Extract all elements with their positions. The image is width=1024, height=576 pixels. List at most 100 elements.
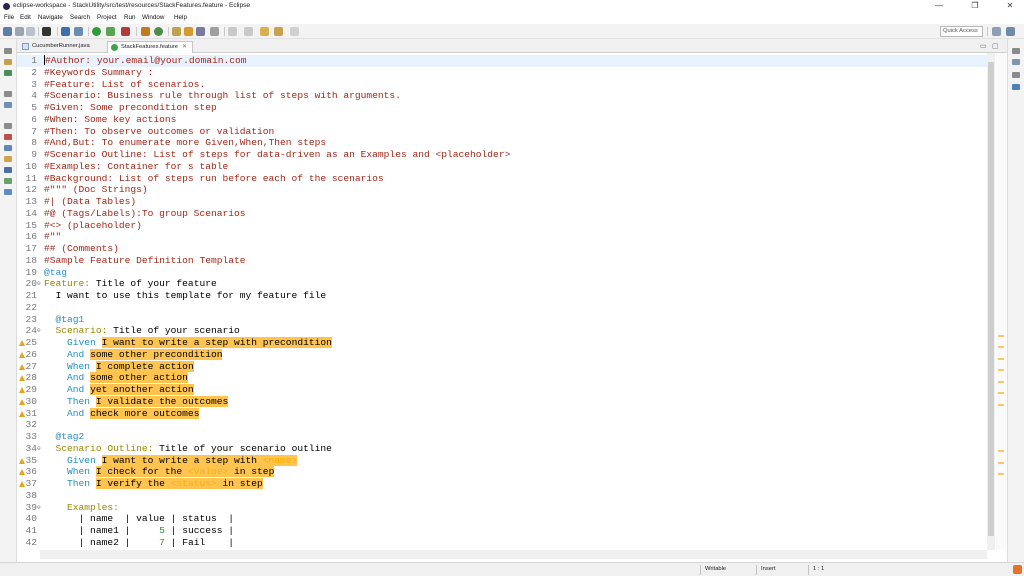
code-line[interactable]: 15 #<> (placeholder) bbox=[17, 220, 987, 232]
overview-ruler[interactable] bbox=[996, 53, 1006, 550]
debug-config-icon[interactable] bbox=[42, 27, 51, 36]
code-line[interactable]: 33 @tag2 bbox=[17, 431, 987, 443]
ruler-warning-mark[interactable] bbox=[998, 369, 1004, 372]
code-line[interactable]: 14 #@ (Tags/Labels):To group Scenarios bbox=[17, 208, 987, 220]
java-perspective-icon[interactable] bbox=[1006, 27, 1015, 36]
progress-icon[interactable] bbox=[4, 178, 12, 184]
code-line[interactable]: 20 ⊖ Feature: Title of your feature bbox=[17, 278, 987, 290]
ruler-warning-mark[interactable] bbox=[998, 346, 1004, 349]
code-line[interactable]: 3 #Feature: List of scenarios. bbox=[17, 79, 987, 91]
code-line[interactable]: 39 ⊖ Examples: bbox=[17, 502, 987, 514]
fold-toggle-icon[interactable]: ⊖ bbox=[37, 502, 41, 514]
code-line[interactable]: 9 #Scenario Outline: List of steps for da… bbox=[17, 149, 987, 161]
task-list-icon[interactable] bbox=[1012, 59, 1020, 65]
menu-run[interactable]: Run bbox=[124, 14, 136, 21]
run-icon[interactable] bbox=[92, 27, 101, 36]
previous-annotation-icon[interactable] bbox=[244, 27, 253, 36]
code-line[interactable]: 16 #"" bbox=[17, 231, 987, 243]
code-line[interactable]: 1 #Author: your.email@your.domain.com bbox=[17, 55, 987, 67]
junit-icon[interactable] bbox=[4, 189, 12, 195]
restore-button[interactable]: ❐ bbox=[963, 0, 987, 13]
code-line[interactable]: 36 When I check for the <value> in step bbox=[17, 466, 987, 478]
menu-project[interactable]: Project bbox=[97, 14, 117, 21]
code-line[interactable]: 40 | name | value | status | bbox=[17, 513, 987, 525]
ruler-warning-mark[interactable] bbox=[998, 403, 1004, 406]
ruler-warning-mark[interactable] bbox=[998, 392, 1004, 395]
restore-right-view-icon[interactable] bbox=[1012, 48, 1020, 54]
quick-access-field[interactable]: Quick Access bbox=[940, 26, 983, 37]
javadoc-icon[interactable] bbox=[4, 145, 12, 151]
code-line[interactable]: 42 | name2 | 7 | Fail | bbox=[17, 537, 987, 549]
code-line[interactable]: 11 #Background: List of steps run before … bbox=[17, 173, 987, 185]
menu-search[interactable]: Search bbox=[70, 14, 90, 21]
open-task-icon[interactable] bbox=[184, 27, 193, 36]
menu-file[interactable]: File bbox=[4, 14, 14, 21]
new-java-package-icon[interactable] bbox=[141, 27, 150, 36]
declaration-icon[interactable] bbox=[4, 156, 12, 162]
outline-view-icon[interactable] bbox=[1012, 84, 1020, 90]
vertical-scrollbar[interactable] bbox=[987, 53, 995, 550]
code-line[interactable]: 41 | name1 | 5 | success | bbox=[17, 525, 987, 537]
save-all-icon[interactable] bbox=[26, 27, 35, 36]
next-annotation-icon[interactable] bbox=[228, 27, 237, 36]
menu-window[interactable]: Window bbox=[142, 14, 164, 21]
code-line[interactable]: 21 I want to use this template for my fe… bbox=[17, 290, 987, 302]
debug-icon[interactable] bbox=[106, 27, 115, 36]
code-editor[interactable]: 1 #Author: your.email@your.domain.com 2 #Ke… bbox=[17, 53, 987, 550]
restore-right-view-2-icon[interactable] bbox=[1012, 72, 1020, 78]
restore-view-icon[interactable] bbox=[4, 48, 12, 54]
code-line[interactable]: 10 #Examples: Container for s table bbox=[17, 161, 987, 173]
coverage-icon[interactable] bbox=[121, 27, 130, 36]
ruler-warning-mark[interactable] bbox=[998, 334, 1004, 337]
ruler-warning-mark[interactable] bbox=[998, 461, 1004, 464]
fold-toggle-icon[interactable]: ⊖ bbox=[37, 325, 41, 337]
new-icon[interactable] bbox=[3, 27, 12, 36]
code-line[interactable]: 18 #Sample Feature Definition Template bbox=[17, 255, 987, 267]
menu-help[interactable]: Help bbox=[174, 14, 187, 21]
external-tools-icon[interactable] bbox=[74, 27, 83, 36]
code-line[interactable]: 30 Then I validate the outcomes bbox=[17, 395, 987, 408]
code-line[interactable]: 35 Given I want to write a step with <na… bbox=[17, 454, 987, 467]
open-type-icon[interactable] bbox=[172, 27, 181, 36]
package-explorer-icon[interactable] bbox=[4, 59, 12, 65]
menu-edit[interactable]: Edit bbox=[20, 14, 31, 21]
code-line[interactable]: 29 And yet another action bbox=[17, 384, 987, 396]
toggle-mark-occurrences-icon[interactable] bbox=[210, 27, 219, 36]
restore-view-2-icon[interactable] bbox=[4, 91, 12, 97]
open-perspective-icon[interactable] bbox=[992, 27, 1001, 36]
fold-toggle-icon[interactable]: ⊖ bbox=[37, 278, 41, 290]
ruler-warning-mark[interactable] bbox=[998, 450, 1004, 453]
code-line[interactable]: 37 Then I verify the <status> in step bbox=[17, 478, 987, 490]
code-line[interactable]: 19 @tag bbox=[17, 267, 987, 279]
type-hierarchy-icon[interactable] bbox=[4, 70, 12, 76]
ruler-warning-mark[interactable] bbox=[998, 357, 1004, 360]
close-button[interactable]: ✕ bbox=[998, 0, 1022, 13]
notification-icon[interactable] bbox=[1013, 565, 1022, 574]
code-line[interactable]: 6 #When: Some key actions bbox=[17, 114, 987, 126]
fold-toggle-icon[interactable]: ⊖ bbox=[37, 443, 41, 455]
code-line[interactable]: 25 Given I want to write a step with pre… bbox=[17, 337, 987, 349]
code-line[interactable]: 26 And some other precondition bbox=[17, 348, 987, 361]
code-line[interactable]: 4 #Scenario: Business rule through list o… bbox=[17, 90, 987, 102]
last-edit-location-icon[interactable] bbox=[260, 27, 269, 36]
save-icon[interactable] bbox=[15, 27, 24, 36]
console-icon[interactable] bbox=[4, 167, 12, 173]
new-java-class-icon[interactable] bbox=[154, 27, 163, 36]
problems-icon[interactable] bbox=[4, 134, 12, 140]
scrollbar-thumb[interactable] bbox=[988, 62, 994, 536]
code-line[interactable]: 7 #Then: To observe outcomes or validatio… bbox=[17, 126, 987, 138]
code-line[interactable]: 24 ⊖ Scenario: Title of your scenario bbox=[17, 325, 987, 337]
code-line[interactable]: 8 #And,But: To enumerate more Given,When,… bbox=[17, 137, 987, 149]
menu-navigate[interactable]: Navigate bbox=[38, 14, 63, 21]
code-line[interactable]: 34 ⊖ Scenario Outline: Title of your scen… bbox=[17, 443, 987, 455]
code-line[interactable]: 12 #""" (Doc Strings) bbox=[17, 184, 987, 196]
code-line[interactable]: 5 #Given: Some precondition step bbox=[17, 102, 987, 114]
forward-icon[interactable] bbox=[290, 27, 299, 36]
code-line[interactable]: 2 #Keywords Summary : bbox=[17, 67, 987, 79]
minimize-button[interactable]: — bbox=[927, 0, 951, 13]
back-icon[interactable] bbox=[274, 27, 283, 36]
code-line[interactable]: 38 bbox=[17, 490, 987, 502]
ruler-warning-mark[interactable] bbox=[998, 473, 1004, 476]
horizontal-scrollbar[interactable] bbox=[40, 550, 987, 559]
code-line[interactable]: 27 When I complete action bbox=[17, 360, 987, 373]
